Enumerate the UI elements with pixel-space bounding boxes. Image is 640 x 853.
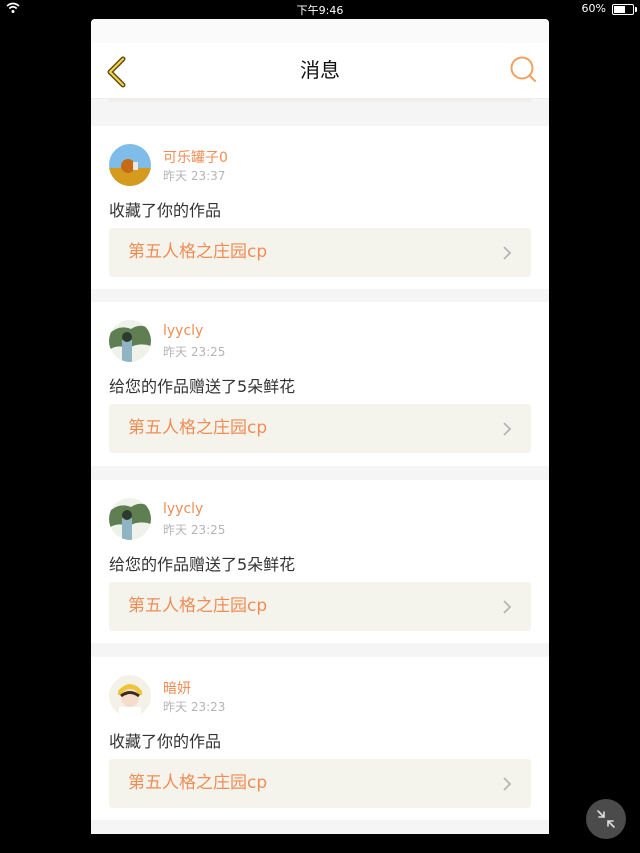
notification-card: 可乐罐子0 昨天 23:37 收藏了你的作品 第五人格之庄园cp (91, 126, 549, 289)
battery-icon (612, 4, 637, 15)
username[interactable]: lyycly (163, 323, 203, 339)
timestamp: 昨天 23:23 (163, 700, 226, 714)
illustration-avatar-image (109, 498, 151, 540)
work-title: 第五人格之庄园cp (128, 596, 268, 616)
work-link[interactable]: 第五人格之庄园cp (109, 404, 531, 453)
clock: 下午9:46 (296, 4, 344, 17)
minimize-button[interactable] (586, 799, 626, 839)
work-title: 第五人格之庄园cp (128, 418, 268, 438)
sunflower-avatar-image (109, 144, 151, 186)
notification-card: lyycly 昨天 23:25 给您的作品赠送了5朵鲜花 第五人格之庄园cp (91, 480, 549, 643)
work-title: 第五人格之庄园cp (128, 242, 268, 262)
chevron-right-icon (503, 422, 512, 436)
battery-percent: 60% (581, 2, 606, 15)
status-bar: 下午9:46 60% (0, 0, 640, 18)
illustration-avatar-image (109, 320, 151, 362)
notification-card: 暗妍 昨天 23:23 收藏了你的作品 第五人格之庄园cp (91, 657, 549, 820)
app-window: 消息 可乐罐子0 昨天 23:37 收藏了你的作品 第五人格之庄园cp lyyc… (91, 19, 549, 834)
girl-avatar-image (109, 675, 151, 717)
chevron-right-icon (503, 777, 512, 791)
username[interactable]: 可乐罐子0 (163, 147, 228, 167)
search-icon[interactable] (507, 53, 541, 87)
chevron-right-icon (503, 246, 512, 260)
page-title: 消息 (300, 58, 340, 82)
notification-card: lyycly 昨天 23:25 给您的作品赠送了5朵鲜花 第五人格之庄园cp (91, 302, 549, 466)
username[interactable]: 暗妍 (163, 678, 191, 698)
username[interactable]: lyycly (163, 501, 203, 517)
previous-card-edge (109, 99, 531, 102)
work-link[interactable]: 第五人格之庄园cp (109, 228, 531, 277)
avatar[interactable] (109, 320, 151, 362)
timestamp: 昨天 23:37 (163, 169, 226, 183)
chevron-right-icon (503, 600, 512, 614)
avatar[interactable] (109, 675, 151, 717)
timestamp: 昨天 23:25 (163, 523, 226, 537)
action-text: 收藏了你的作品 (109, 201, 222, 220)
action-text: 收藏了你的作品 (109, 732, 222, 751)
work-link[interactable]: 第五人格之庄园cp (109, 582, 531, 631)
collapse-arrows-icon (597, 810, 615, 828)
nav-header: 消息 (91, 19, 549, 99)
timestamp: 昨天 23:25 (163, 345, 226, 359)
action-text: 给您的作品赠送了5朵鲜花 (109, 555, 296, 574)
work-title: 第五人格之庄园cp (128, 773, 268, 793)
avatar[interactable] (109, 498, 151, 540)
work-link[interactable]: 第五人格之庄园cp (109, 759, 531, 808)
action-text: 给您的作品赠送了5朵鲜花 (109, 377, 296, 396)
avatar[interactable] (109, 144, 151, 186)
